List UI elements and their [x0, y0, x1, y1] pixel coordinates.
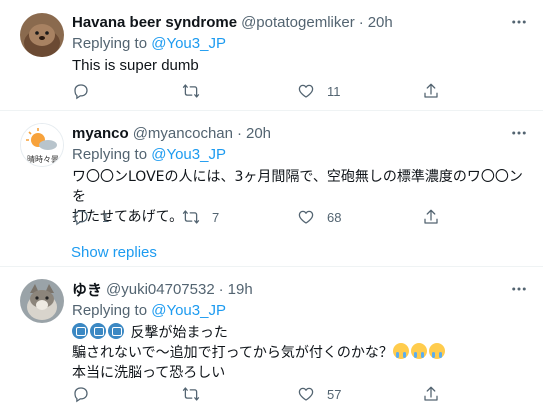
replying-to: Replying to @You3_JP [72, 145, 531, 165]
tweet-3[interactable]: ゆき @yuki04707532 · 19h Replying to @You3… [0, 267, 543, 413]
tweet-text-line: 反撃が始まった [130, 325, 228, 341]
display-name[interactable]: Havana beer syndrome [72, 14, 237, 31]
crying-emoji [428, 343, 445, 359]
separator-dot: · [358, 13, 364, 31]
reply-count: 1 [102, 209, 110, 225]
crying-emoji [392, 343, 409, 359]
replying-prefix: Replying to [72, 302, 152, 319]
share-icon [422, 82, 440, 100]
avatar-cat[interactable] [20, 279, 64, 323]
tweet-text: 反撃が始まった 騙されないで〜追加で打ってから気が付くのかな？ 本当に洗脳って恐… [72, 323, 531, 383]
user-handle[interactable]: @myancochan [133, 125, 233, 142]
retweet-icon [182, 208, 200, 226]
mention-link[interactable]: @You3_JP [151, 146, 226, 163]
reply-icon [72, 82, 90, 100]
tweet-text-line: 騙されないで〜追加で打ってから気が付くのかな？ [72, 345, 393, 361]
action-bar: 1 7 68 [72, 207, 492, 227]
like-button[interactable]: 57 [297, 385, 422, 403]
tweet-header: ゆき @yuki04707532 · 19h [72, 279, 531, 299]
reply-button[interactable] [72, 82, 182, 100]
retweet-icon [182, 385, 200, 403]
show-replies-link[interactable]: Show replies [71, 244, 157, 261]
avatar-label: 晴時々曇 [27, 154, 59, 164]
like-button[interactable]: 68 [297, 208, 422, 226]
action-bar: 57 [72, 384, 492, 404]
share-button[interactable] [422, 385, 440, 403]
reply-button[interactable] [72, 385, 182, 403]
mention-link[interactable]: @You3_JP [151, 302, 226, 319]
bulletin-emoji [72, 323, 88, 339]
share-button[interactable] [422, 208, 440, 226]
display-name[interactable]: ゆき [72, 279, 102, 300]
more-button[interactable] [509, 281, 529, 301]
tweet-header: Havana beer syndrome @potatogemliker · 2… [72, 12, 531, 32]
avatar-weather[interactable]: 晴時々曇 [20, 123, 64, 167]
bulletin-emoji [108, 323, 124, 339]
more-icon [510, 13, 528, 35]
avatar-otter[interactable] [20, 13, 64, 57]
timestamp[interactable]: 20h [368, 14, 393, 31]
replying-prefix: Replying to [72, 146, 152, 163]
mention-link[interactable]: @You3_JP [151, 35, 226, 52]
display-name[interactable]: myanco [72, 125, 129, 142]
replying-to: Replying to @You3_JP [72, 301, 531, 321]
retweet-button[interactable] [182, 82, 297, 100]
user-handle[interactable]: @potatogemliker [241, 14, 355, 31]
replying-prefix: Replying to [72, 35, 152, 52]
separator-dot: · [236, 124, 242, 142]
like-count: 11 [327, 83, 341, 99]
tweet-header: myanco @myancochan · 20h [72, 123, 531, 143]
timestamp[interactable]: 20h [246, 125, 271, 142]
retweet-button[interactable] [182, 385, 297, 403]
share-icon [422, 208, 440, 226]
reply-icon [72, 208, 90, 226]
like-icon [297, 385, 315, 403]
tweet-2[interactable]: 晴時々曇 myanco @myancochan · 20h Replying t… [0, 111, 543, 266]
like-count: 68 [327, 209, 342, 225]
tweet-text-line: 本当に洗脳って恐ろしい [72, 365, 226, 381]
share-button[interactable] [422, 82, 440, 100]
timestamp[interactable]: 19h [228, 281, 253, 298]
retweet-icon [182, 82, 200, 100]
tweet-text-line: ワ〇〇ンLOVEの人には、3ヶ月間隔で、空砲無しの標準濃度のワ〇〇ンを [72, 169, 523, 205]
tweet-1[interactable]: Havana beer syndrome @potatogemliker · 2… [0, 0, 543, 110]
like-count: 57 [327, 386, 342, 402]
more-button[interactable] [509, 125, 529, 145]
reply-button[interactable]: 1 [72, 208, 182, 226]
more-icon [510, 124, 528, 146]
retweet-count: 7 [212, 209, 220, 225]
tweet-text: This is super dumb [72, 57, 199, 74]
reply-icon [72, 385, 90, 403]
more-icon [510, 280, 528, 302]
tweet-text-line: 騙されないで〜追加で打ってから気が付くのかな？ [72, 343, 531, 363]
user-handle[interactable]: @yuki04707532 [106, 281, 215, 298]
action-bar: 11 [72, 81, 492, 101]
like-icon [297, 208, 315, 226]
bulletin-emoji [90, 323, 106, 339]
more-button[interactable] [509, 14, 529, 34]
crying-emoji [410, 343, 427, 359]
retweet-button[interactable]: 7 [182, 208, 297, 226]
replying-to: Replying to @You3_JP [72, 34, 531, 54]
tweet-text-line: 反撃が始まった [72, 323, 531, 343]
like-icon [297, 82, 315, 100]
share-icon [422, 385, 440, 403]
like-button[interactable]: 11 [297, 82, 422, 100]
separator-dot: · [218, 280, 224, 298]
